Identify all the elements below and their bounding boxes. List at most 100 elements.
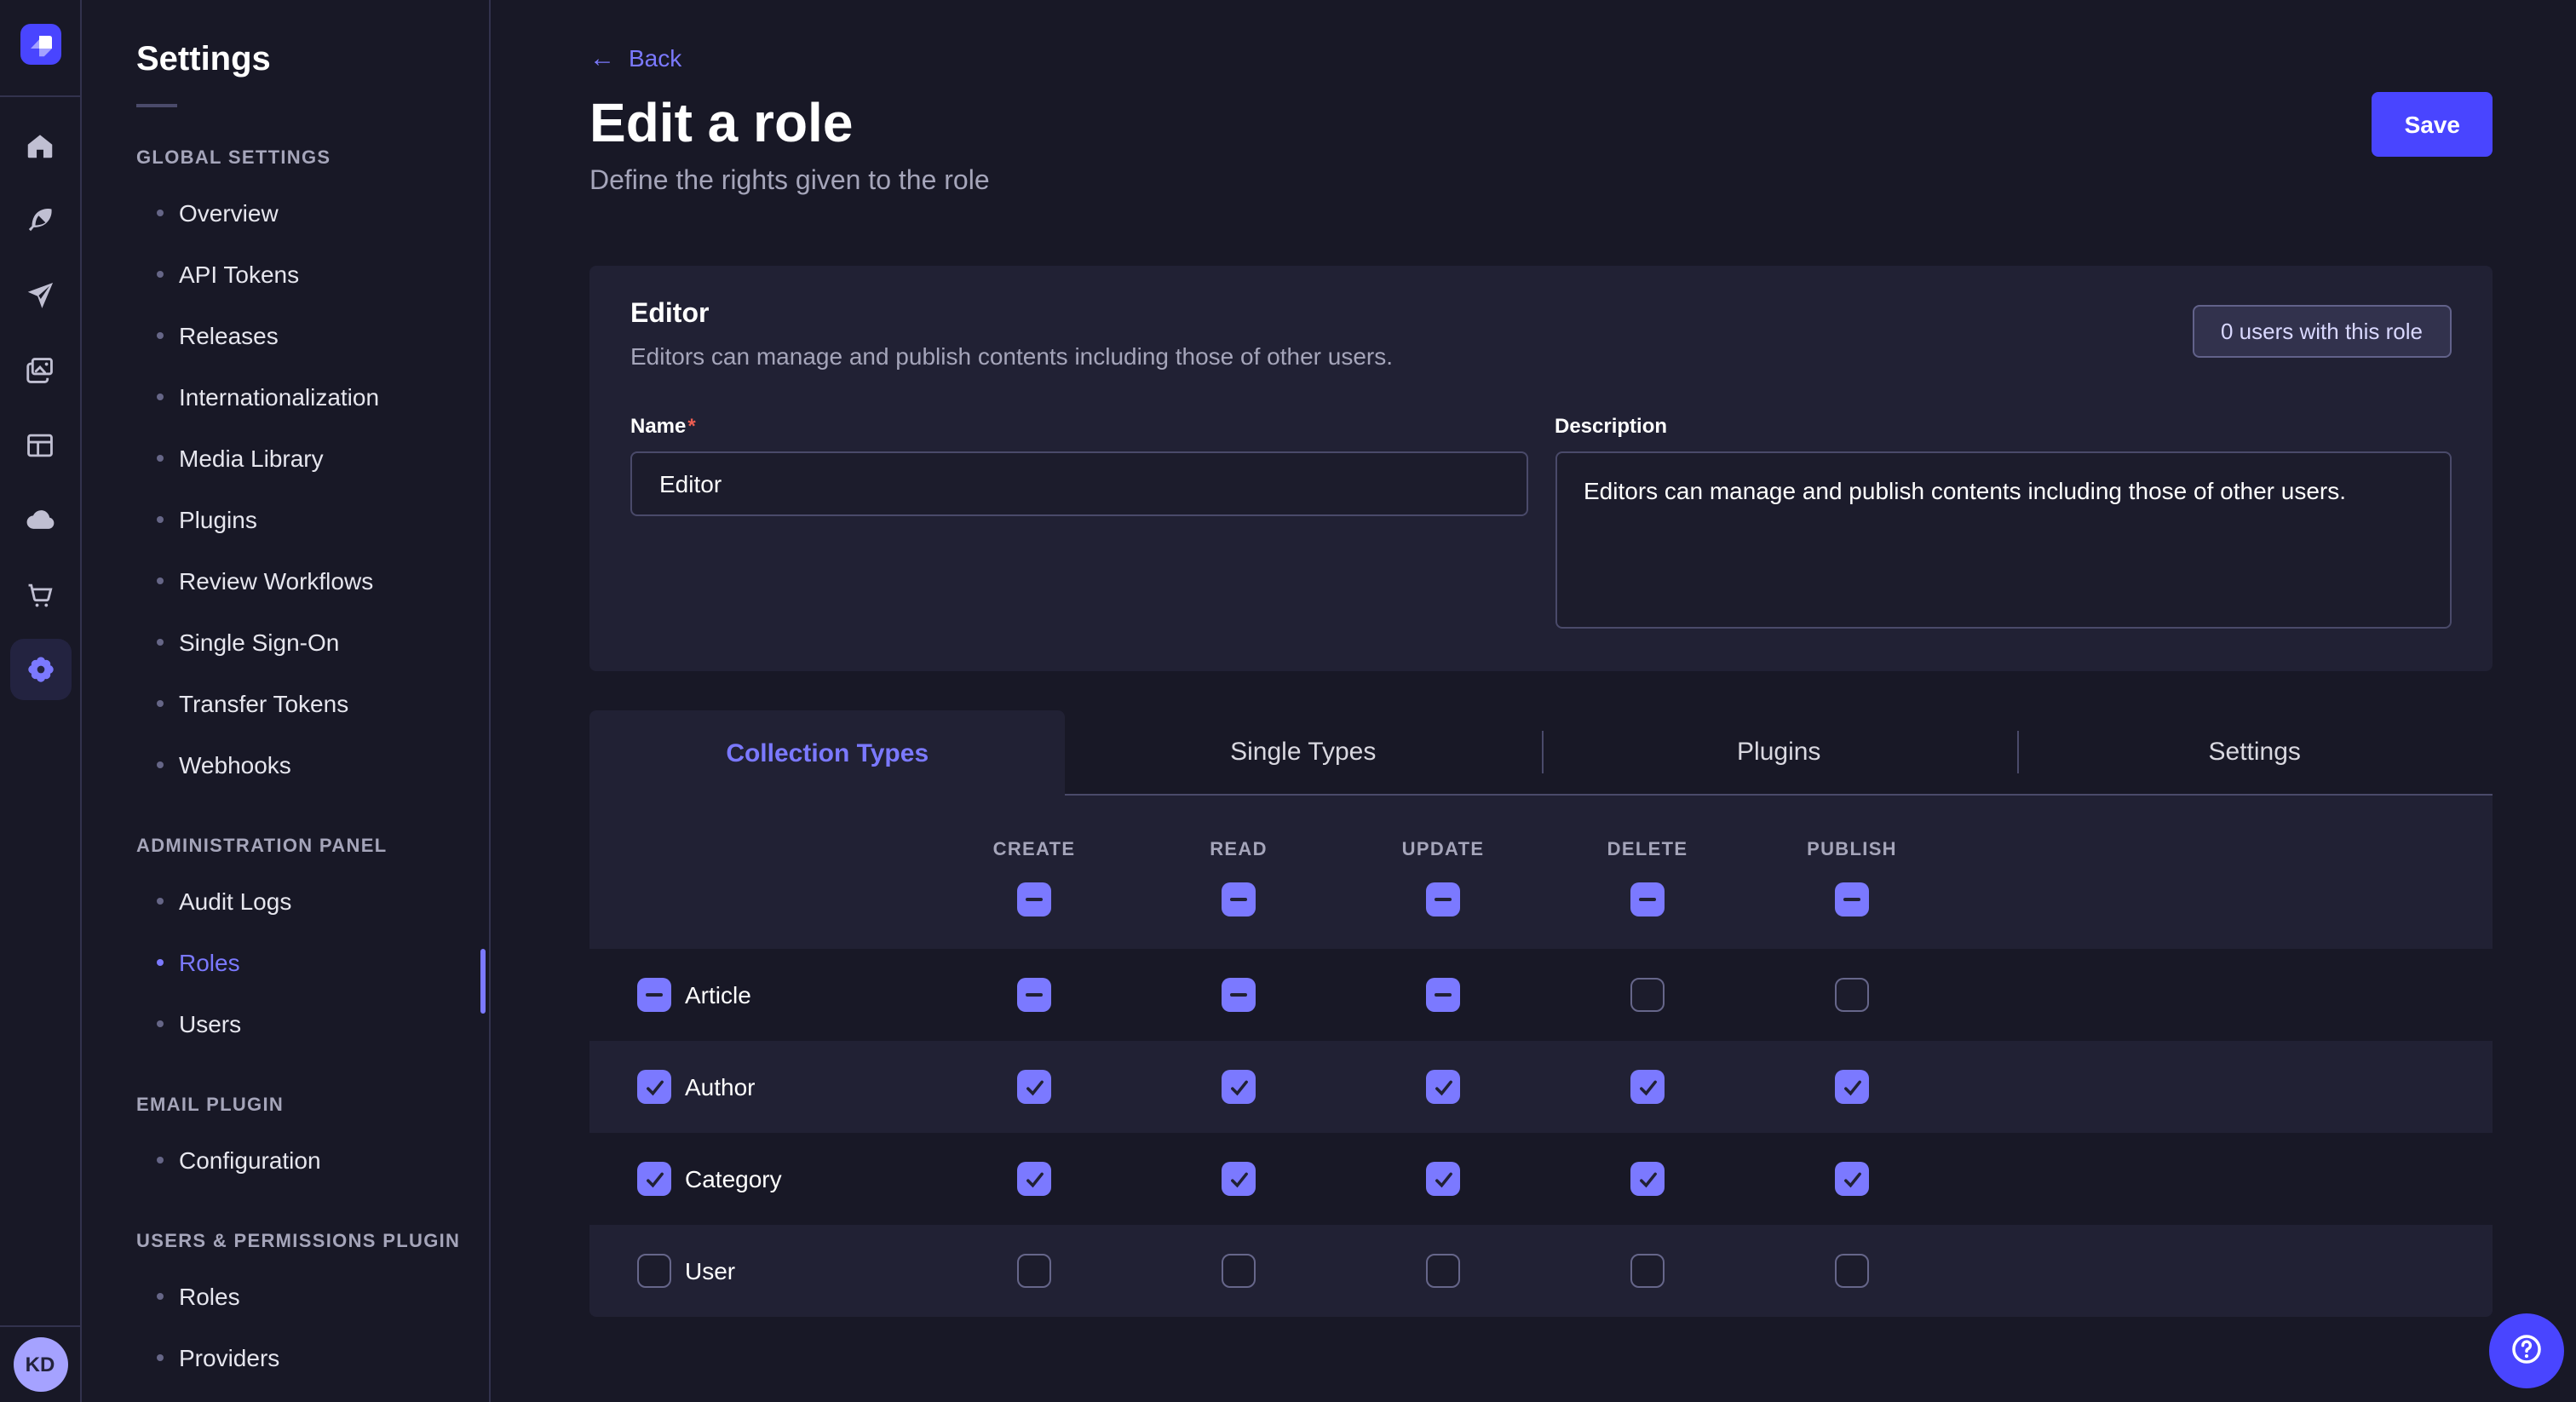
author-update-checkbox-checked[interactable] bbox=[1426, 1070, 1460, 1104]
user-delete-checkbox-unchecked[interactable] bbox=[1630, 1254, 1665, 1288]
row-label: Article bbox=[637, 978, 932, 1012]
permission-cell bbox=[1750, 1070, 1954, 1104]
article-create-checkbox-indeterminate[interactable] bbox=[1017, 978, 1051, 1012]
rail-item-layout[interactable] bbox=[0, 407, 81, 482]
subnav-item-roles[interactable]: Roles bbox=[136, 1266, 489, 1327]
rail-item-paper-plane[interactable] bbox=[0, 257, 81, 332]
permission-cell bbox=[1750, 1162, 1954, 1196]
subnav-item-review-workflows[interactable]: Review Workflows bbox=[136, 550, 489, 612]
description-label: Description bbox=[1555, 414, 2452, 438]
user-row-checkbox-unchecked[interactable] bbox=[637, 1254, 671, 1288]
category-update-checkbox-checked[interactable] bbox=[1426, 1162, 1460, 1196]
rail-item-gear[interactable] bbox=[0, 632, 81, 707]
tab-settings[interactable]: Settings bbox=[2017, 710, 2493, 796]
user-publish-checkbox-unchecked[interactable] bbox=[1835, 1254, 1869, 1288]
users-with-role-button[interactable]: 0 users with this role bbox=[2192, 305, 2452, 358]
name-input[interactable] bbox=[630, 451, 1527, 516]
select-all-create-checkbox-indeterminate[interactable] bbox=[1017, 882, 1051, 916]
subnav-item-internationalization[interactable]: Internationalization bbox=[136, 366, 489, 428]
select-all-update-checkbox-indeterminate[interactable] bbox=[1426, 882, 1460, 916]
subnav-item-label: Media Library bbox=[179, 445, 324, 472]
check-icon bbox=[1228, 1168, 1250, 1190]
user-read-checkbox-unchecked[interactable] bbox=[1222, 1254, 1256, 1288]
permission-row-user: User bbox=[589, 1225, 2493, 1317]
rail-item-pictures[interactable] bbox=[0, 332, 81, 407]
user-update-checkbox-unchecked[interactable] bbox=[1426, 1254, 1460, 1288]
category-delete-checkbox-checked[interactable] bbox=[1630, 1162, 1665, 1196]
subnav-item-media-library[interactable]: Media Library bbox=[136, 428, 489, 489]
settings-subnav: Settings GLOBAL SETTINGSOverviewAPI Toke… bbox=[82, 0, 491, 1402]
rail-item-cloud[interactable] bbox=[0, 482, 81, 557]
tab-collection-types[interactable]: Collection Types bbox=[589, 710, 1066, 796]
permission-cell bbox=[1136, 978, 1341, 1012]
author-read-checkbox-checked[interactable] bbox=[1222, 1070, 1256, 1104]
rail-item-home[interactable] bbox=[0, 107, 81, 182]
tab-label: Single Types bbox=[1230, 738, 1376, 767]
question-circle-icon bbox=[2508, 1330, 2545, 1372]
category-publish-checkbox-checked[interactable] bbox=[1835, 1162, 1869, 1196]
role-card-header: Editor Editors can manage and publish co… bbox=[630, 300, 2452, 370]
category-read-checkbox-checked[interactable] bbox=[1222, 1162, 1256, 1196]
author-row-checkbox-checked[interactable] bbox=[637, 1070, 671, 1104]
subnav-item-single-sign-on[interactable]: Single Sign-On bbox=[136, 612, 489, 673]
column-header-label: READ bbox=[1210, 840, 1268, 860]
subnav-item-audit-logs[interactable]: Audit Logs bbox=[136, 871, 489, 932]
rail-item-feather[interactable] bbox=[0, 182, 81, 257]
check-icon bbox=[643, 1168, 665, 1190]
bullet-dot bbox=[157, 271, 164, 278]
subnav-item-releases[interactable]: Releases bbox=[136, 305, 489, 366]
subnav-section: ADMINISTRATION PANELAudit LogsRolesUsers bbox=[136, 836, 489, 1054]
strapi-logo-icon bbox=[20, 23, 60, 72]
article-update-checkbox-indeterminate[interactable] bbox=[1426, 978, 1460, 1012]
author-create-checkbox-checked[interactable] bbox=[1017, 1070, 1051, 1104]
back-label: Back bbox=[629, 44, 681, 72]
subnav-item-providers[interactable]: Providers bbox=[136, 1327, 489, 1388]
bullet-dot bbox=[157, 1354, 164, 1361]
author-delete-checkbox-checked[interactable] bbox=[1630, 1070, 1665, 1104]
description-textarea[interactable]: Editors can manage and publish contents … bbox=[1555, 451, 2452, 629]
name-label-text: Name bbox=[630, 414, 686, 438]
subnav-item-overview[interactable]: Overview bbox=[136, 182, 489, 244]
rail-item-cart[interactable] bbox=[0, 557, 81, 632]
select-all-delete-checkbox-indeterminate[interactable] bbox=[1630, 882, 1665, 916]
save-button[interactable]: Save bbox=[2372, 92, 2493, 157]
category-row-checkbox-checked[interactable] bbox=[637, 1162, 671, 1196]
subnav-item-users[interactable]: Users bbox=[136, 993, 489, 1054]
author-publish-checkbox-checked[interactable] bbox=[1835, 1070, 1869, 1104]
subnav-item-roles[interactable]: Roles bbox=[136, 932, 489, 993]
article-publish-checkbox-unchecked[interactable] bbox=[1835, 978, 1869, 1012]
article-row-checkbox-indeterminate[interactable] bbox=[637, 978, 671, 1012]
subnav-item-configuration[interactable]: Configuration bbox=[136, 1129, 489, 1191]
cloud-icon bbox=[9, 489, 71, 550]
back-link[interactable]: ← Back bbox=[589, 44, 681, 72]
subnav-item-plugins[interactable]: Plugins bbox=[136, 489, 489, 550]
check-icon bbox=[1432, 1076, 1454, 1098]
tab-single-types[interactable]: Single Types bbox=[1066, 710, 1542, 796]
article-read-checkbox-indeterminate[interactable] bbox=[1222, 978, 1256, 1012]
avatar[interactable]: KD bbox=[13, 1337, 67, 1392]
select-all-read-checkbox-indeterminate[interactable] bbox=[1222, 882, 1256, 916]
indeterminate-dash-icon bbox=[646, 993, 663, 997]
subnav-scrollbar-thumb[interactable] bbox=[480, 949, 486, 1014]
column-header-label: DELETE bbox=[1607, 840, 1688, 860]
name-label: Name* bbox=[630, 414, 1527, 438]
permission-column-read: READ bbox=[1136, 796, 1341, 949]
user-create-checkbox-unchecked[interactable] bbox=[1017, 1254, 1051, 1288]
tab-plugins[interactable]: Plugins bbox=[1541, 710, 2017, 796]
strapi-logo-button[interactable] bbox=[0, 0, 81, 97]
bullet-dot bbox=[157, 959, 164, 966]
back-arrow-icon: ← bbox=[589, 45, 615, 71]
permission-column-delete: DELETE bbox=[1545, 796, 1750, 949]
subnav-item-webhooks[interactable]: Webhooks bbox=[136, 734, 489, 796]
subnav-item-label: Providers bbox=[179, 1344, 279, 1371]
select-all-publish-checkbox-indeterminate[interactable] bbox=[1835, 882, 1869, 916]
subnav-item-api-tokens[interactable]: API Tokens bbox=[136, 244, 489, 305]
permission-cell bbox=[1341, 1070, 1545, 1104]
role-summary: Editors can manage and publish contents … bbox=[630, 342, 2192, 370]
help-button[interactable] bbox=[2489, 1313, 2564, 1388]
permission-cell bbox=[932, 978, 1136, 1012]
subnav-item-transfer-tokens[interactable]: Transfer Tokens bbox=[136, 673, 489, 734]
subnav-item-label: Transfer Tokens bbox=[179, 690, 348, 717]
article-delete-checkbox-unchecked[interactable] bbox=[1630, 978, 1665, 1012]
category-create-checkbox-checked[interactable] bbox=[1017, 1162, 1051, 1196]
